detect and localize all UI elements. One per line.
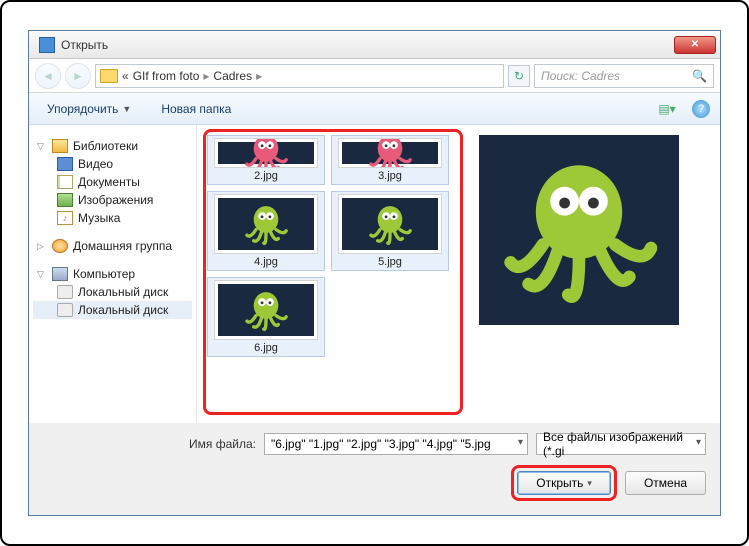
nav-bar: ◄ ► « GIf from foto ▸ Cadres ▸ ↻ Поиск: … — [29, 59, 720, 93]
breadcrumb-seg[interactable]: GIf from foto — [133, 69, 200, 83]
cancel-button[interactable]: Отмена — [625, 471, 706, 495]
file-name: 5.jpg — [378, 256, 402, 268]
sidebar-item-images[interactable]: Изображения — [33, 191, 192, 209]
preview-image — [479, 135, 679, 325]
back-button[interactable]: ◄ — [35, 63, 61, 89]
file-name: 6.jpg — [254, 342, 278, 354]
sidebar-item-disk[interactable]: Локальный диск — [33, 301, 192, 319]
forward-button[interactable]: ► — [65, 63, 91, 89]
chevron-right-icon: ▸ — [203, 69, 209, 83]
disk-icon — [57, 285, 73, 299]
file-thumbnail[interactable]: 6.jpg — [207, 277, 325, 357]
expand-icon: ▷ — [37, 241, 47, 252]
image-icon — [57, 193, 73, 207]
refresh-button[interactable]: ↻ — [508, 65, 530, 87]
homegroup-icon — [52, 239, 68, 253]
expand-icon: ▽ — [37, 141, 47, 152]
preview-pane — [471, 129, 716, 419]
music-icon: ♪ — [57, 211, 73, 225]
folder-icon — [100, 69, 118, 83]
sidebar: ▽ Библиотеки Видео Документы Изображения… — [29, 125, 197, 423]
sidebar-computer[interactable]: ▽ Компьютер — [33, 265, 192, 283]
open-button[interactable]: Открыть — [517, 471, 611, 495]
search-input[interactable]: Поиск: Cadres 🔍 — [534, 64, 714, 88]
highlight-annotation: Открыть — [511, 465, 617, 501]
sidebar-item-documents[interactable]: Документы — [33, 173, 192, 191]
file-name: 4.jpg — [254, 256, 278, 268]
open-file-dialog: Открыть ✕ ◄ ► « GIf from foto ▸ Cadres ▸… — [28, 30, 721, 516]
filename-input[interactable]: "6.jpg" "1.jpg" "2.jpg" "3.jpg" "4.jpg" … — [264, 433, 528, 455]
file-thumbnail[interactable]: 4.jpg — [207, 191, 325, 271]
breadcrumb[interactable]: « GIf from foto ▸ Cadres ▸ — [95, 64, 504, 88]
expand-icon: ▽ — [37, 269, 47, 280]
close-button[interactable]: ✕ — [674, 36, 716, 54]
toolbar: Упорядочить ▼ Новая папка ▤▾ ? — [29, 93, 720, 125]
file-name: 3.jpg — [378, 170, 402, 182]
libraries-icon — [52, 139, 68, 153]
sidebar-libraries[interactable]: ▽ Библиотеки — [33, 137, 192, 155]
breadcrumb-seg[interactable]: Cadres — [213, 69, 252, 83]
file-pane: 2.jpg 3.jpg 4.jpg 5.jpg 6.jpg — [197, 125, 720, 423]
view-button[interactable]: ▤▾ — [656, 99, 678, 119]
window-title: Открыть — [61, 38, 674, 52]
sidebar-item-disk[interactable]: Локальный диск — [33, 283, 192, 301]
sidebar-item-music[interactable]: ♪Музыка — [33, 209, 192, 227]
file-thumbnail[interactable]: 5.jpg — [331, 191, 449, 271]
filename-label: Имя файла: — [189, 437, 256, 451]
file-type-filter[interactable]: Все файлы изображений (*.gi — [536, 433, 706, 455]
document-icon — [57, 175, 73, 189]
file-name: 2.jpg — [254, 170, 278, 182]
dialog-footer: Имя файла: "6.jpg" "1.jpg" "2.jpg" "3.jp… — [29, 423, 720, 515]
titlebar: Открыть ✕ — [29, 31, 720, 59]
organize-button[interactable]: Упорядочить ▼ — [39, 98, 139, 120]
disk-icon — [57, 303, 73, 317]
file-thumbnail[interactable]: 3.jpg — [331, 135, 449, 185]
sidebar-homegroup[interactable]: ▷ Домашняя группа — [33, 237, 192, 255]
file-thumbnail[interactable]: 2.jpg — [207, 135, 325, 185]
computer-icon — [52, 267, 68, 281]
chevron-right-icon: ▸ — [256, 69, 262, 83]
chevron-down-icon: ▼ — [122, 104, 131, 114]
breadcrumb-prefix: « — [122, 69, 129, 83]
sidebar-item-video[interactable]: Видео — [33, 155, 192, 173]
search-placeholder: Поиск: Cadres — [541, 69, 620, 83]
app-icon — [39, 37, 55, 53]
file-grid[interactable]: 2.jpg 3.jpg 4.jpg 5.jpg 6.jpg — [201, 129, 471, 419]
video-icon — [57, 157, 73, 171]
new-folder-button[interactable]: Новая папка — [153, 98, 239, 120]
help-button[interactable]: ? — [692, 100, 710, 118]
search-icon: 🔍 — [692, 69, 707, 83]
